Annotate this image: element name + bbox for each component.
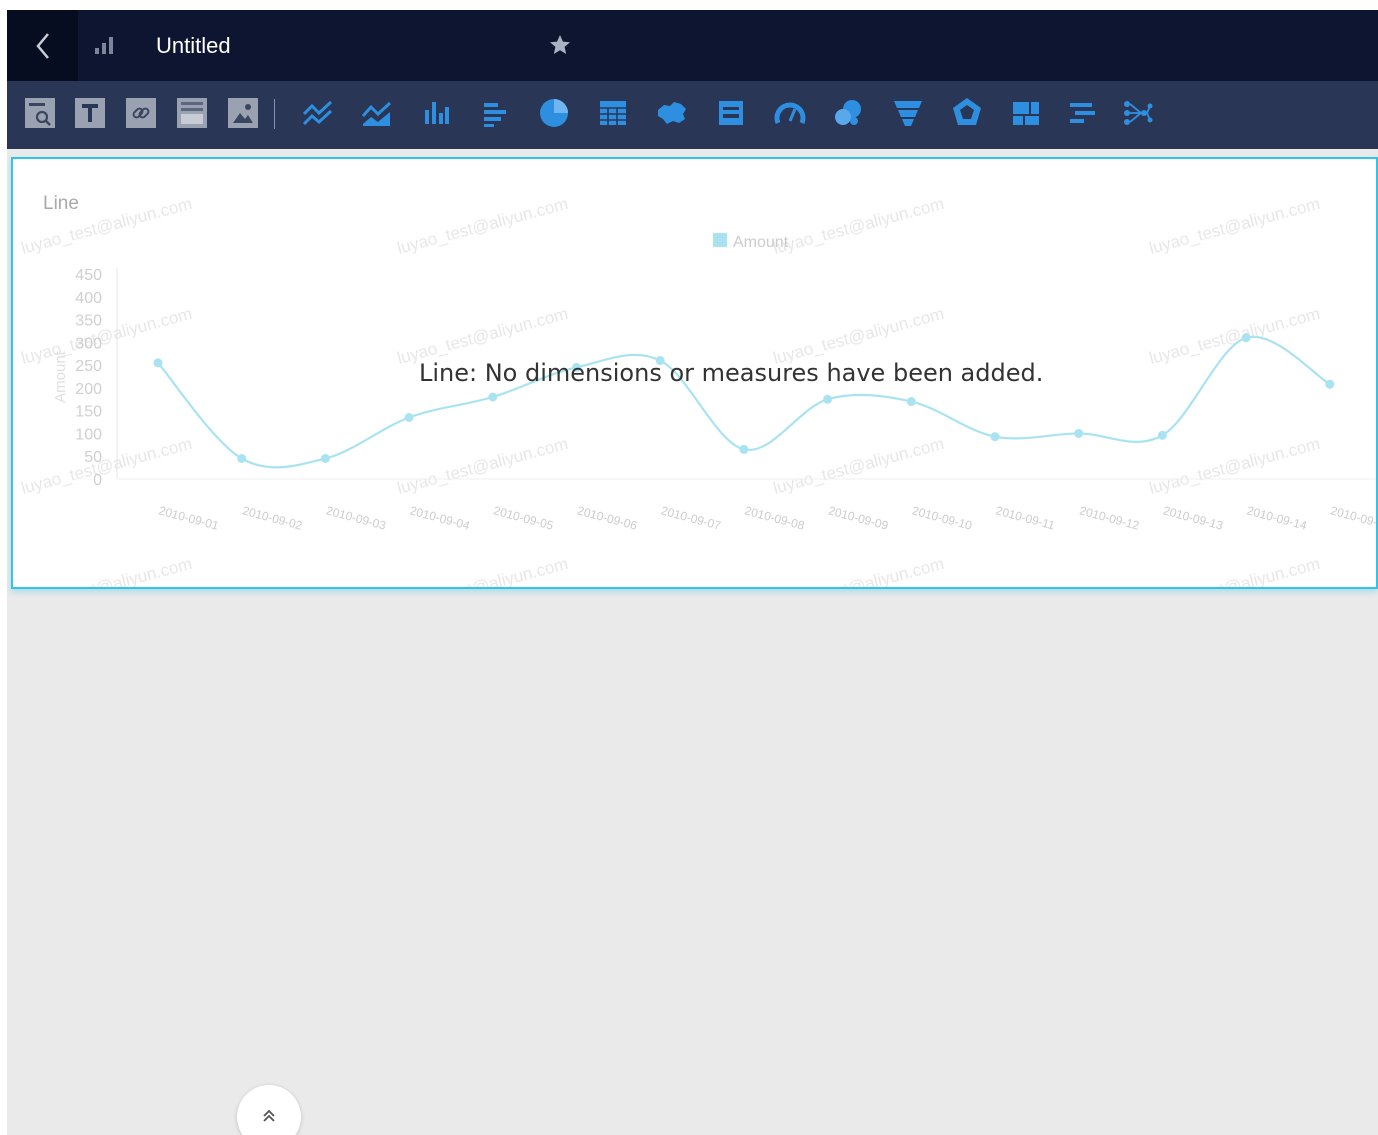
data-point xyxy=(1157,430,1167,440)
legend-swatch xyxy=(713,233,727,247)
y-tick-label: 0 xyxy=(93,472,102,489)
y-tick-label: 450 xyxy=(75,267,102,284)
radar-icon[interactable] xyxy=(948,94,986,132)
y-tick-label: 300 xyxy=(75,335,102,352)
x-tick-label: 2010-09-05 xyxy=(492,503,555,532)
back-button[interactable] xyxy=(7,10,78,81)
table-icon[interactable] xyxy=(594,94,632,132)
x-tick-label: 2010-09-06 xyxy=(576,503,639,532)
x-tick-label: 2010-09-01 xyxy=(157,503,220,532)
link-icon[interactable] xyxy=(122,94,160,132)
chart-card[interactable]: Line luyao_test@aliyun.com luyao_test@ali… xyxy=(11,157,1378,589)
x-tick-label: 2010-09-10 xyxy=(911,503,974,532)
data-point xyxy=(237,454,247,463)
query-control-icon[interactable] xyxy=(21,94,59,132)
y-tick-label: 150 xyxy=(75,404,102,421)
x-tick-label: 2010-09-03 xyxy=(325,503,388,532)
double-chevron-up-icon xyxy=(263,1109,275,1122)
y-tick-label: 400 xyxy=(75,290,102,307)
top-bar: Untitled xyxy=(7,10,1378,81)
bubble-icon[interactable] xyxy=(830,94,868,132)
x-tick-label: 2010-09-07 xyxy=(659,503,722,532)
data-point xyxy=(488,392,498,402)
data-point xyxy=(906,397,916,407)
image-icon[interactable] xyxy=(224,94,262,132)
watermark-text: luyao_test@aliyun.com xyxy=(395,434,570,498)
app-window: Untitled Line luyao_test@aliyun.com luya… xyxy=(7,10,1378,1135)
watermark-text: luyao_test@aliyun.com xyxy=(1147,434,1322,498)
area-chart-icon[interactable] xyxy=(358,94,396,132)
y-tick-label: 50 xyxy=(84,449,102,466)
x-tick-label: 2010-09-14 xyxy=(1245,503,1308,532)
watermark-text: luyao_test@aliyun.com xyxy=(19,304,194,368)
data-point xyxy=(404,413,414,422)
watermark-text: luyao_test@aliyun.com xyxy=(19,434,194,498)
chevron-left-icon xyxy=(35,32,49,59)
x-tick-label: 2010-09-02 xyxy=(241,503,304,532)
map-icon[interactable] xyxy=(653,94,691,132)
iframe-icon[interactable] xyxy=(173,94,211,132)
watermark-text: luyao_test@aliyun.com xyxy=(395,194,570,258)
y-tick-label: 200 xyxy=(75,381,102,398)
relationship-icon[interactable] xyxy=(1118,94,1156,132)
watermark-text: luyao_test@aliyun.com xyxy=(1147,194,1322,258)
gantt-icon[interactable] xyxy=(1063,94,1101,132)
data-point xyxy=(823,394,833,404)
data-point xyxy=(1074,428,1084,438)
page-title[interactable]: Untitled xyxy=(156,32,231,60)
watermark-text: luyao_test@aliyun.com xyxy=(395,554,570,589)
treemap-icon[interactable] xyxy=(1007,94,1045,132)
y-axis-label: Amount xyxy=(52,350,69,403)
funnel-icon[interactable] xyxy=(889,94,927,132)
legend: Amount xyxy=(713,233,789,251)
component-toolbar xyxy=(7,81,1378,149)
line-chart-icon[interactable] xyxy=(299,94,337,132)
gauge-icon[interactable] xyxy=(771,94,809,132)
watermark-text: luyao_test@aliyun.com xyxy=(19,194,194,258)
x-tick-label: 2010-09-13 xyxy=(1162,503,1225,532)
data-point xyxy=(1325,379,1335,389)
kpi-card-icon[interactable] xyxy=(712,94,750,132)
pie-chart-icon[interactable] xyxy=(535,94,573,132)
toolbar-divider xyxy=(274,99,275,129)
watermark-text: luyao_test@aliyun.com xyxy=(771,554,946,589)
watermark-text: luyao_test@aliyun.com xyxy=(1147,554,1322,589)
y-tick-label: 100 xyxy=(75,426,102,443)
watermark-text: luyao_test@aliyun.com xyxy=(771,194,946,258)
data-point xyxy=(990,432,1000,442)
empty-state-message: Line: No dimensions or measures have bee… xyxy=(419,359,1044,387)
watermark-text: luyao_test@aliyun.com xyxy=(771,434,946,498)
y-tick-label: 250 xyxy=(75,358,102,375)
y-tick-label: 350 xyxy=(75,313,102,330)
bar-chart-icon[interactable] xyxy=(476,94,514,132)
x-tick-label: 2010-09-08 xyxy=(743,503,806,532)
data-point xyxy=(320,454,330,463)
data-point xyxy=(1241,333,1251,343)
x-tick-label: 2010-09-12 xyxy=(1078,503,1141,532)
x-tick-label: 2010-09-11 xyxy=(994,503,1056,532)
column-chart-icon[interactable] xyxy=(417,94,455,132)
x-tick-label: 2010-09-04 xyxy=(408,503,471,532)
watermark-text: luyao_test@aliyun.com xyxy=(19,554,194,589)
data-point xyxy=(739,444,749,454)
x-tick-label: 2010-09- xyxy=(1329,503,1378,529)
dashboard-icon xyxy=(95,37,113,54)
star-icon[interactable] xyxy=(548,33,572,57)
x-tick-label: 2010-09-09 xyxy=(827,503,890,532)
legend-label: Amount xyxy=(733,234,789,251)
text-icon[interactable] xyxy=(71,94,109,132)
data-point xyxy=(153,358,163,368)
expand-panel-button[interactable] xyxy=(237,1085,301,1135)
